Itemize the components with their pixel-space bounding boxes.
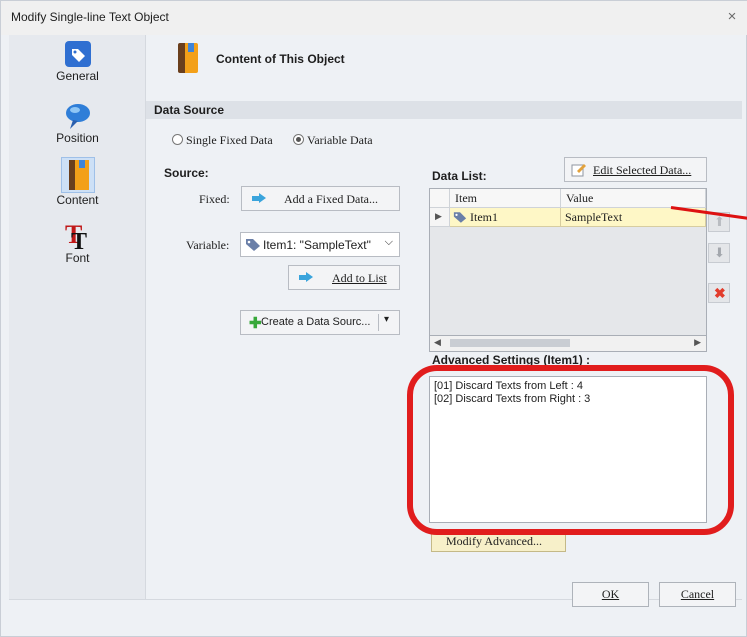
scroll-thumb[interactable] <box>450 339 570 347</box>
window-title: Modify Single-line Text Object <box>11 10 169 24</box>
edit-icon <box>571 164 586 177</box>
data-list-label: Data List: <box>432 169 487 183</box>
delete-button[interactable]: ✖ <box>708 283 730 303</box>
position-pin-icon <box>65 104 90 129</box>
row-selector: ▶ <box>430 208 450 227</box>
sidebar-item-content[interactable]: Content <box>9 157 146 215</box>
chevron-down-icon: ▾ <box>384 314 390 325</box>
close-icon[interactable]: × <box>722 7 742 27</box>
scroll-right-icon[interactable]: ▶ <box>694 337 701 348</box>
button-label: OK <box>601 587 620 601</box>
sidebar-item-label: General <box>56 69 99 83</box>
column-header-value[interactable]: Value <box>561 189 706 208</box>
sidebar-item-general[interactable]: General <box>9 39 146 93</box>
svg-text:T: T <box>71 229 87 251</box>
dialog-window: Modify Single-line Text Object × General… <box>0 0 747 637</box>
fixed-label: Fixed: <box>199 192 230 206</box>
add-fixed-data-button[interactable]: Add a Fixed Data... <box>241 186 400 211</box>
cancel-button[interactable]: Cancel <box>659 582 736 607</box>
button-label: Cancel <box>680 587 715 601</box>
sidebar-item-font[interactable]: T T Font <box>9 219 146 277</box>
source-label: Source: <box>164 166 209 180</box>
button-label: Edit Selected Data... <box>593 163 692 177</box>
radio-variable[interactable]: Variable Data <box>293 133 373 148</box>
content-book-icon <box>60 157 95 193</box>
button-label: Add to List <box>332 271 387 285</box>
button-label: Modify Advanced... <box>446 534 542 548</box>
radio-label: Variable Data <box>307 133 373 147</box>
row-pointer-icon: ▶ <box>435 211 442 221</box>
radio-label: Single Fixed Data <box>186 133 273 147</box>
content-book-icon <box>178 43 198 73</box>
edit-selected-data-button[interactable]: Edit Selected Data... <box>564 157 707 182</box>
variable-label: Variable: <box>186 238 230 252</box>
plus-icon: ✚ <box>249 315 262 332</box>
sidebar-item-position[interactable]: Position <box>9 101 146 155</box>
add-to-list-button[interactable]: Add to List <box>288 265 400 290</box>
tag-icon <box>246 239 260 251</box>
delete-x-icon: ✖ <box>714 285 726 301</box>
title-bar: Modify Single-line Text Object × <box>1 1 747 35</box>
arrow-down-icon: ⬇ <box>714 245 725 260</box>
general-tag-icon <box>64 41 91 67</box>
sidebar-item-label: Position <box>56 131 99 145</box>
data-list-table[interactable]: Item Value ▶ Item1 SampleText <box>429 188 707 336</box>
sidebar: General Position Content T T Font <box>9 35 146 599</box>
button-label: Add a Fixed Data... <box>284 192 378 206</box>
radio-icon <box>172 134 183 145</box>
radio-selected-icon <box>293 134 304 145</box>
data-source-label: Data Source <box>154 103 225 117</box>
move-down-button[interactable]: ⬇ <box>708 243 730 263</box>
variable-select-value: Item1: "SampleText" <box>263 238 371 252</box>
sidebar-item-label: Content <box>56 193 99 207</box>
page-title: Content of This Object <box>216 52 345 66</box>
cell-item: Item1 <box>450 208 561 227</box>
tag-icon <box>453 212 467 223</box>
create-data-source-button[interactable]: ✚ Create a Data Sourc... ▾ <box>240 310 400 335</box>
variable-select[interactable]: Item1: "SampleText" ⌵ <box>240 232 400 257</box>
annotation-highlight-frame <box>407 365 734 535</box>
ok-button[interactable]: OK <box>572 582 649 607</box>
sidebar-item-label: Font <box>65 251 90 265</box>
scroll-left-icon[interactable]: ◀ <box>434 337 441 348</box>
button-label: Create a Data Sourc... <box>261 316 371 328</box>
arrow-right-icon <box>252 193 266 204</box>
font-icon: T T <box>65 220 87 251</box>
data-source-bar: Data Source <box>146 101 742 119</box>
horizontal-scrollbar[interactable]: ◀ ▶ <box>429 336 707 352</box>
cell-item-text: Item1 <box>470 210 498 224</box>
radio-single-fixed[interactable]: Single Fixed Data <box>172 133 273 148</box>
column-header-item[interactable]: Item <box>450 189 561 208</box>
chevron-down-icon: ⌵ <box>384 236 393 248</box>
arrow-right-icon <box>299 272 313 283</box>
